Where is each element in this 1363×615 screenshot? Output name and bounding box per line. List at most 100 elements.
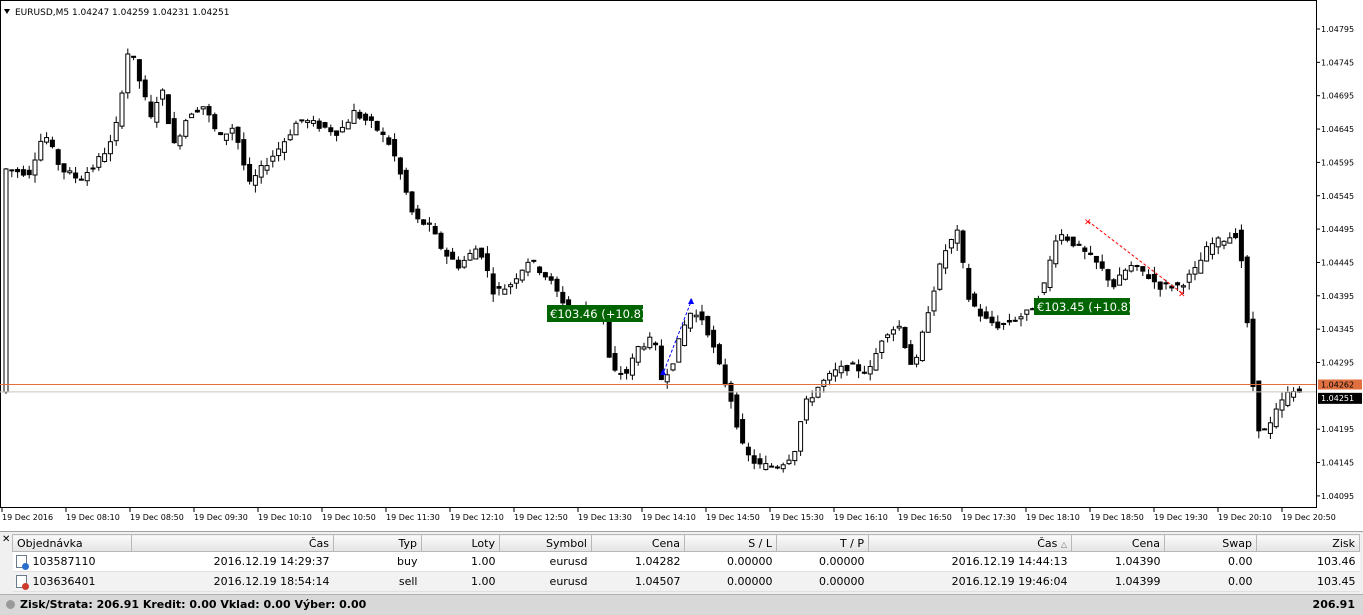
time-tick-label: 19 Dec 12:50 (514, 513, 568, 522)
bear-candle (328, 127, 334, 133)
table-row[interactable]: 103636401 2016.12.19 18:54:14 sell 1.00 … (12, 571, 1360, 592)
bull-candle (1215, 237, 1221, 248)
lots: 1.00 (421, 551, 500, 572)
bull-candle (339, 126, 345, 133)
bear-candle (908, 344, 914, 365)
bear-candle (1070, 236, 1076, 247)
bull-candle (1209, 243, 1215, 255)
bull-candle (461, 259, 467, 268)
bear-candle (1064, 236, 1070, 241)
bull-candle (519, 269, 525, 281)
bear-candle (421, 219, 427, 225)
bull-candle (827, 372, 833, 381)
col-lots[interactable]: Loty (421, 534, 500, 552)
col-tp[interactable]: T / P (776, 534, 869, 552)
bull-candle (189, 113, 195, 119)
bear-candle (850, 362, 856, 365)
bear-candle (537, 266, 543, 274)
bear-candle (1082, 247, 1088, 252)
bear-candle (247, 163, 253, 182)
bull-candle (838, 365, 844, 374)
bull-candle (618, 372, 624, 375)
bear-candle (624, 369, 630, 374)
bull-candle (635, 346, 641, 363)
price-tick-label: 1.04745 (1321, 58, 1354, 67)
price-chart[interactable]: 1.04795 1.04745 1.04695 1.04645 1.04595 1.045… (0, 0, 1363, 531)
ask-price-label: 1.04262 (1321, 381, 1354, 390)
bull-candle (780, 464, 786, 470)
bull-candle (687, 312, 693, 329)
bear-candle (479, 247, 485, 258)
bear-candle (374, 120, 380, 131)
bear-candle (15, 168, 21, 173)
bull-candle (1204, 246, 1210, 262)
bear-candle (136, 59, 142, 82)
bull-candle (1117, 274, 1123, 286)
time-tick-label: 19 Dec 12:10 (450, 513, 504, 522)
bull-candle (885, 334, 891, 339)
bear-candle (368, 116, 374, 121)
col-open-price[interactable]: Cena (591, 534, 685, 552)
bull-candle (1192, 267, 1198, 275)
bear-candle (26, 169, 32, 176)
col-swap[interactable]: Swap (1164, 534, 1257, 552)
trade-profit-label: €103.45 (+10.8) (1037, 300, 1132, 314)
price-tick-label: 1.04445 (1321, 258, 1354, 267)
bull-candle (113, 121, 119, 142)
time-tick-label: 19 Dec 08:50 (130, 513, 184, 522)
sell-close-marker: ✕ (1178, 290, 1186, 300)
bull-candle (803, 398, 809, 421)
bull-candle (919, 331, 925, 362)
bull-candle (1279, 399, 1285, 411)
bear-candle (490, 273, 496, 295)
bear-candle (322, 122, 328, 128)
bull-candle (351, 110, 357, 124)
col-symbol[interactable]: Symbol (499, 534, 592, 552)
col-close-price[interactable]: Cena (1071, 534, 1165, 552)
price-tick-label: 1.04195 (1321, 425, 1354, 434)
col-sl[interactable]: S / L (684, 534, 777, 552)
bull-candle (873, 353, 879, 371)
col-profit[interactable]: Zisk (1256, 534, 1360, 552)
bear-candle (774, 466, 780, 469)
col-type[interactable]: Typ (333, 534, 422, 552)
bull-candle (798, 421, 804, 452)
bear-candle (409, 191, 415, 213)
bear-candle (1256, 380, 1262, 432)
bull-candle (1128, 265, 1134, 272)
time-tick-label: 19 Dec 11:30 (386, 513, 440, 522)
time-tick-label: 19 Dec 19:30 (1154, 513, 1208, 522)
bull-candle (345, 121, 351, 130)
price-tick-label: 1.04645 (1321, 125, 1354, 134)
bear-candle (548, 276, 554, 281)
bull-candle (647, 336, 653, 349)
time-tick-label: 19 Dec 09:30 (194, 513, 248, 522)
bear-candle (49, 139, 55, 148)
open-time: 2016.12.19 18:54:14 (131, 571, 334, 592)
col-open-time[interactable]: Čas (131, 534, 334, 552)
bear-candle (1140, 266, 1146, 272)
time-tick-label: 19 Dec 16:50 (898, 513, 952, 522)
table-row[interactable]: 103587110 2016.12.19 14:29:37 buy 1.00 e… (12, 551, 1360, 572)
bull-candle (473, 248, 479, 260)
order-id: 103636401 (32, 575, 96, 588)
bull-candle (125, 53, 131, 94)
col-order[interactable]: Objednávka (12, 534, 132, 552)
time-tick-label: 19 Dec 14:50 (706, 513, 760, 522)
bear-candle (977, 308, 983, 317)
bull-candle (426, 222, 432, 225)
close-x-icon[interactable]: ✕ (2, 534, 10, 545)
buy-order-icon (15, 555, 29, 570)
col-close-time[interactable]: Čas △ (868, 534, 1072, 552)
price-tick-label: 1.04595 (1321, 158, 1354, 167)
order-id: 103587110 (32, 555, 96, 568)
bear-candle (757, 458, 763, 465)
time-tick-label: 19 Dec 2016 (2, 513, 53, 522)
bull-candle (1024, 309, 1030, 315)
bear-candle (415, 208, 421, 220)
bear-candle (705, 316, 711, 336)
bear-candle (131, 55, 137, 58)
bear-candle (740, 419, 746, 444)
bear-candle (403, 169, 409, 193)
chart-canvas[interactable]: 1.04795 1.04745 1.04695 1.04645 1.04595 1.045… (0, 0, 1363, 531)
